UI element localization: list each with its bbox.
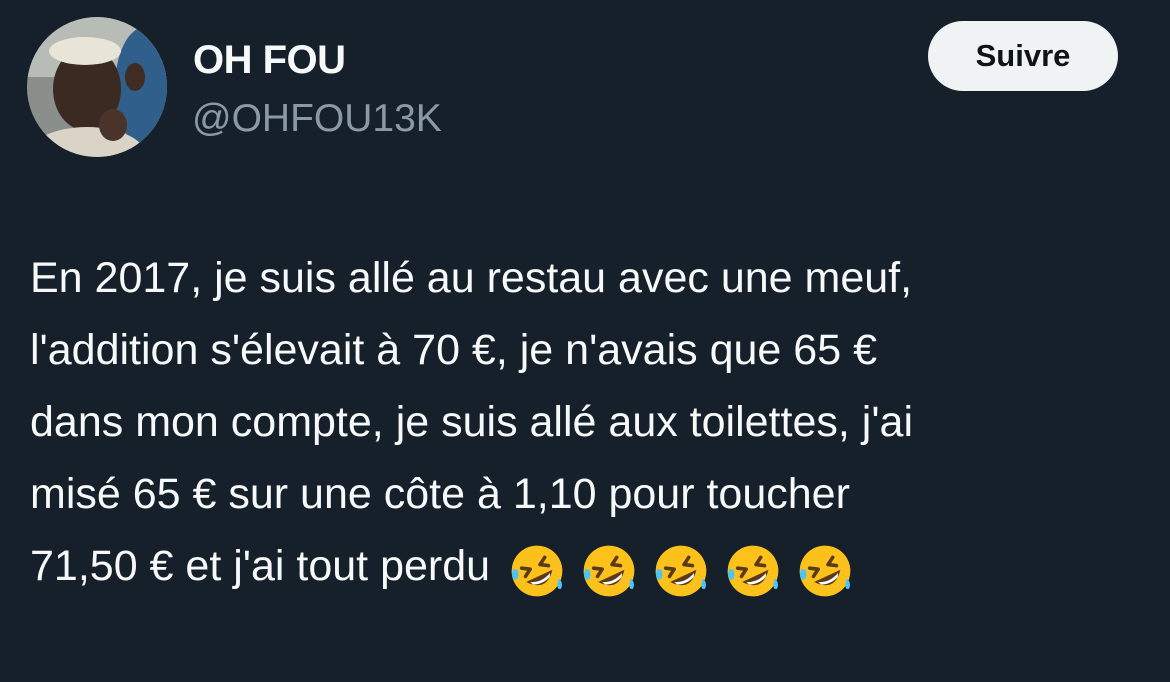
rolling-on-floor-laughing-icon [655, 545, 707, 597]
rolling-on-floor-laughing-icon [799, 545, 851, 597]
avatar[interactable] [27, 17, 167, 157]
user-handle[interactable]: @OHFOU13K [192, 97, 442, 141]
tweet-line: l'addition s'élevait à 70 €, je n'avais … [30, 326, 877, 374]
tweet-text: En 2017, je suis allé au restau avec une… [30, 242, 1155, 602]
tweet-line: misé 65 € sur une côte à 1,10 pour touch… [30, 470, 850, 518]
tweet-line: En 2017, je suis allé au restau avec une… [30, 254, 913, 302]
display-name[interactable]: OH FOU [193, 38, 346, 82]
tweet-card: OH FOU @OHFOU13K Suivre En 2017, je suis… [0, 0, 1170, 682]
rolling-on-floor-laughing-icon [511, 545, 563, 597]
rolling-on-floor-laughing-icon [583, 545, 635, 597]
tweet-line-last: 71,50 € et j'ai tout perdu [30, 530, 1155, 602]
tweet-line-text: 71,50 € et j'ai tout perdu [30, 542, 491, 590]
follow-button[interactable]: Suivre [928, 21, 1118, 91]
emoji-row [508, 533, 868, 605]
profile-photo-icon [27, 17, 167, 157]
tweet-line: dans mon compte, je suis allé aux toilet… [30, 398, 913, 446]
rolling-on-floor-laughing-icon [727, 545, 779, 597]
